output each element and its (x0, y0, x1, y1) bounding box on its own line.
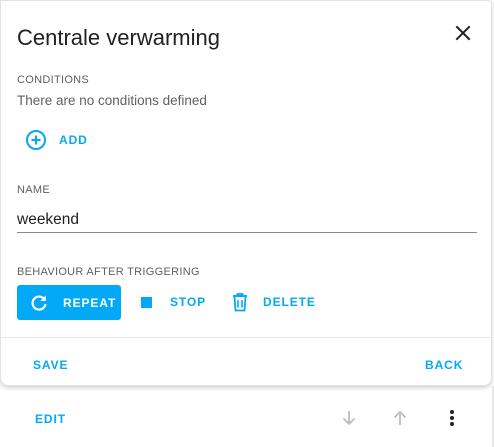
arrow-up-icon (393, 410, 407, 425)
more-options-button[interactable] (440, 406, 464, 430)
delete-button[interactable]: DELETE (231, 291, 316, 313)
stop-icon (141, 296, 152, 308)
dialog-title: Centrale verwarming (17, 25, 220, 50)
add-circle-icon (26, 130, 46, 150)
delete-label: DELETE (263, 295, 316, 309)
refresh-icon (31, 294, 47, 311)
conditions-label: CONDITIONS (17, 74, 90, 86)
stop-button[interactable]: STOP (141, 291, 206, 313)
add-label: ADD (59, 133, 88, 147)
name-input[interactable] (17, 207, 477, 233)
stop-label: STOP (170, 295, 207, 309)
behaviour-label: BEHAVIOUR AFTER TRIGGERING (17, 266, 200, 278)
close-button[interactable] (449, 19, 477, 47)
repeat-label: REPEAT (63, 295, 117, 310)
move-up-button[interactable] (388, 406, 412, 430)
move-down-button[interactable] (337, 406, 361, 430)
footer-divider (1, 337, 491, 338)
edit-button[interactable]: EDIT (35, 412, 66, 426)
dots-vertical-icon (450, 410, 454, 426)
add-condition-button[interactable]: ADD (25, 127, 88, 153)
close-icon (455, 25, 471, 41)
trash-icon (233, 293, 247, 312)
automation-option-dialog: Centrale verwarming CONDITIONS There are… (0, 0, 492, 386)
name-label: NAME (17, 184, 50, 196)
arrow-down-icon (342, 411, 356, 426)
back-button[interactable]: BACK (425, 358, 463, 372)
save-button[interactable]: SAVE (33, 358, 68, 372)
no-conditions-text: There are no conditions defined (17, 93, 207, 108)
repeat-button[interactable]: REPEAT (17, 285, 121, 320)
